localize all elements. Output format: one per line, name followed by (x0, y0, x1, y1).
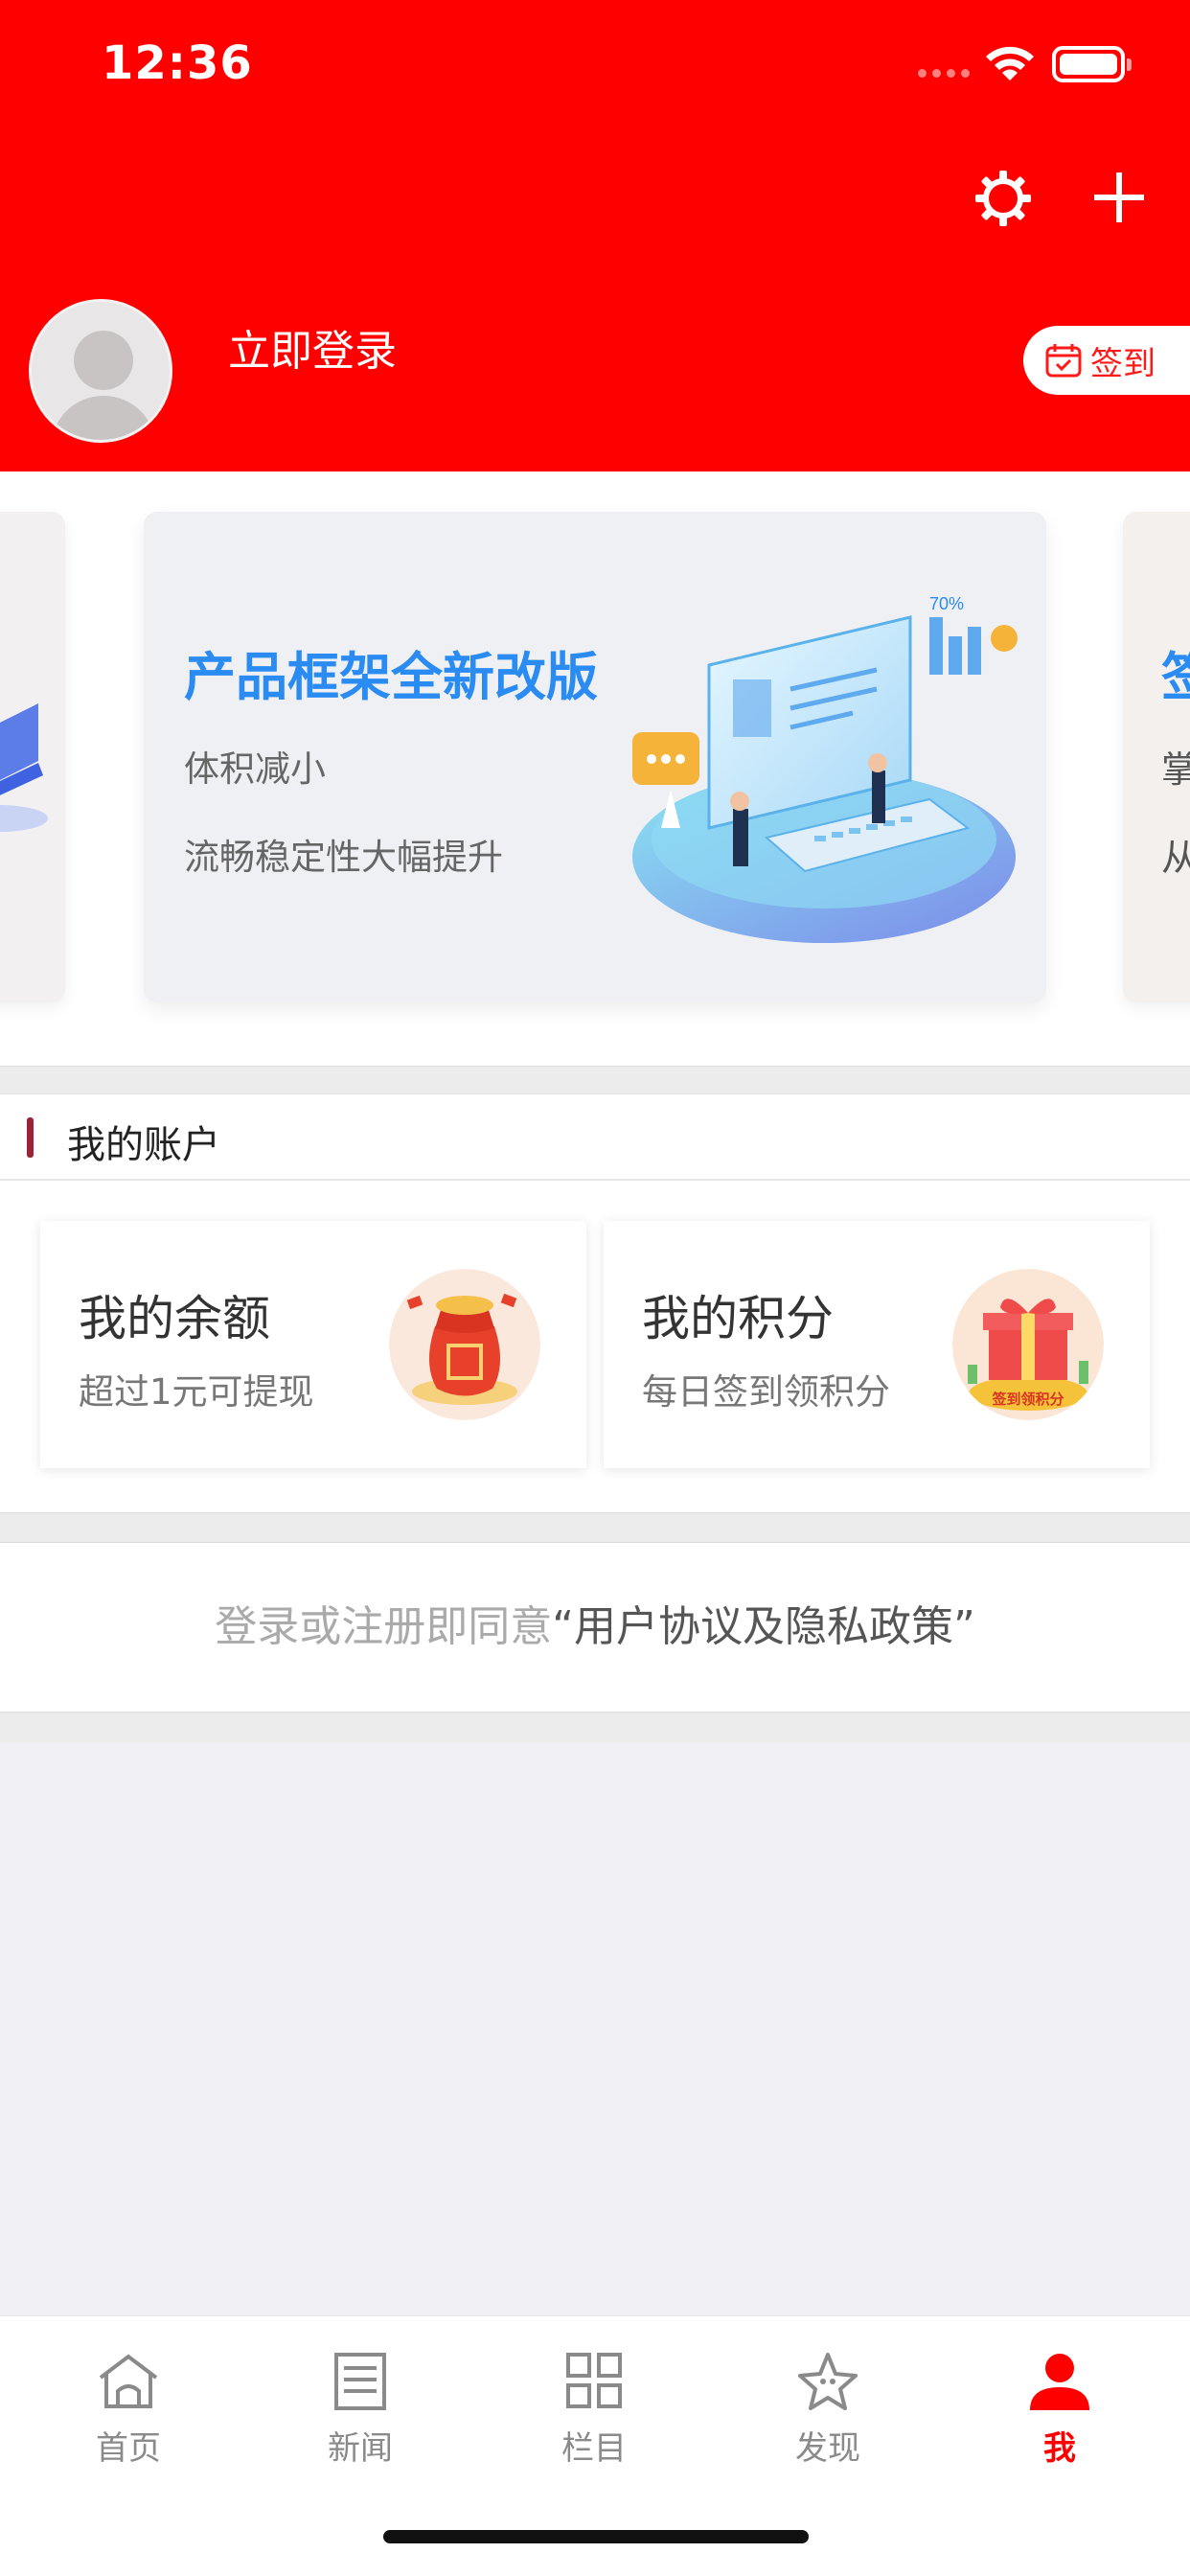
points-title: 我的积分 (642, 1291, 834, 1346)
discover-icon (798, 2353, 858, 2410)
home-icon (99, 2354, 158, 2408)
home-indicator[interactable] (383, 2530, 809, 2543)
tab-news-label: 新闻 (328, 2429, 393, 2468)
money-bag-icon (389, 1269, 540, 1420)
computer-illustration: 70% (632, 594, 1018, 943)
grid-icon (566, 2353, 622, 2408)
agreement-link[interactable]: “用户协议及隐私政策” (552, 1602, 975, 1651)
gift-box-icon: 签到领积分 (952, 1269, 1104, 1420)
signin-button[interactable]: 签到 (1023, 326, 1190, 395)
news-icon (334, 2353, 386, 2410)
tab-me[interactable]: 我 (993, 2351, 1127, 2485)
section-divider (0, 1512, 1190, 1543)
banner-line1: 体积减小 (184, 748, 326, 790)
plus-icon[interactable] (1092, 169, 1146, 226)
banner-title: 产品框架全新改版 (184, 647, 598, 707)
cellular-signal-icon (918, 69, 970, 78)
user-icon (1030, 2354, 1089, 2410)
signin-label: 签到 (1090, 344, 1156, 383)
tab-news[interactable]: 新闻 (293, 2351, 427, 2485)
login-link[interactable]: 立即登录 (228, 316, 397, 378)
agreement-prefix: 登录或注册即同意 (215, 1602, 553, 1651)
profile-header: 12:36 立即登录 签到 (0, 0, 1190, 472)
banner-card-prev[interactable] (0, 512, 65, 1002)
gear-icon[interactable] (973, 169, 1033, 228)
banner-carousel[interactable]: 产品框架全新改版 体积减小 流畅稳定性大幅提升 70% 签 掌 从 (0, 472, 1190, 1066)
balance-title: 我的余额 (79, 1291, 270, 1346)
banner-line2: 流畅稳定性大幅提升 (184, 837, 503, 878)
section-divider (0, 1066, 1190, 1094)
section-accent-bar (27, 1117, 34, 1158)
tab-discover[interactable]: 发现 (761, 2351, 895, 2485)
avatar[interactable] (29, 299, 172, 443)
points-badge-text: 签到领积分 (991, 1391, 1064, 1408)
tab-home[interactable]: 首页 (61, 2351, 195, 2485)
svg-text:70%: 70% (929, 594, 964, 613)
agreement-row: 登录或注册即同意“用户协议及隐私政策” (0, 1543, 1190, 1712)
section-divider (0, 1712, 1190, 1742)
next-card-title-partial: 签 (1161, 647, 1190, 707)
tab-discover-label: 发现 (795, 2429, 860, 2468)
points-subtitle: 每日签到领积分 (642, 1371, 890, 1413)
my-account-section: 我的账户 我的余额 超过1元可提现 我的积分 每日签到领积分 签到领积分 (0, 1094, 1190, 1512)
points-card[interactable]: 我的积分 每日签到领积分 签到领积分 (604, 1221, 1150, 1468)
calendar-icon (1045, 344, 1082, 378)
account-title: 我的账户 (67, 1123, 220, 1167)
balance-subtitle: 超过1元可提现 (79, 1371, 314, 1413)
wifi-icon (986, 46, 1034, 80)
status-time: 12:36 (102, 36, 253, 90)
banner-card-next[interactable]: 签 掌 从 (1123, 512, 1190, 1002)
next-card-line1-partial: 掌 (1161, 748, 1190, 791)
banner-card-current[interactable]: 产品框架全新改版 体积减小 流畅稳定性大幅提升 70% (144, 512, 1046, 1002)
balance-card[interactable]: 我的余额 超过1元可提现 (40, 1221, 586, 1468)
tab-columns[interactable]: 栏目 (527, 2351, 661, 2485)
tab-me-label: 我 (1043, 2429, 1076, 2468)
next-card-line2-partial: 从 (1161, 837, 1190, 879)
tab-columns-label: 栏目 (561, 2429, 627, 2468)
tab-home-label: 首页 (96, 2429, 161, 2468)
account-header: 我的账户 (0, 1094, 1190, 1181)
battery-icon (1052, 46, 1132, 82)
